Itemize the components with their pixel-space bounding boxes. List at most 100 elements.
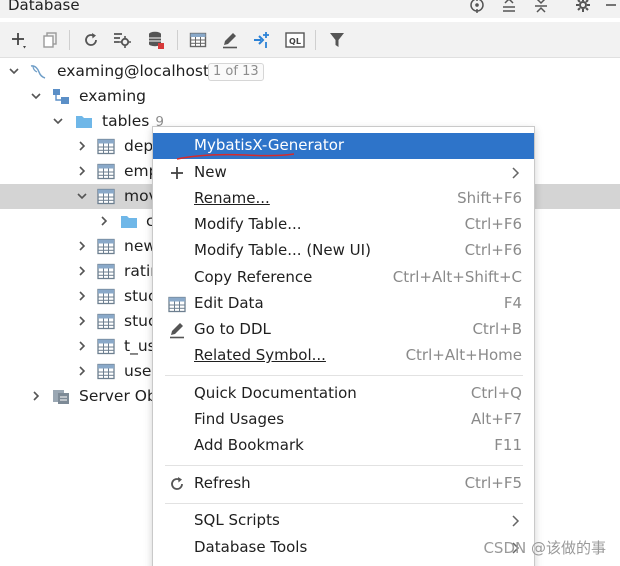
table-icon [97, 313, 115, 330]
schema-count-badge[interactable]: 1 of 13 [208, 63, 264, 81]
chevron-right-icon[interactable] [98, 215, 110, 227]
menu-separator [165, 465, 523, 466]
gear-icon[interactable] [574, 0, 592, 15]
menu-item-shortcut: F11 [494, 436, 522, 454]
chevron-down-icon[interactable] [30, 90, 42, 102]
toolbar-separator [315, 30, 316, 50]
menu-item-label: Modify Table... [194, 215, 302, 233]
menu-item-label: Add Bookmark [194, 436, 304, 454]
menu-item-shortcut: Ctrl+F5 [464, 474, 522, 492]
add-icon[interactable] [7, 28, 31, 52]
chevron-right-icon[interactable] [76, 240, 88, 252]
table-icon [97, 138, 115, 155]
connection-label: examing@localhost [57, 62, 210, 80]
plus-icon [167, 164, 187, 182]
chevron-right-icon[interactable] [76, 340, 88, 352]
menu-item-new[interactable]: New [153, 160, 534, 186]
menu-separator [165, 375, 523, 376]
menu-separator [165, 503, 523, 504]
table-view-icon[interactable] [186, 28, 210, 52]
server-objects-label: Server Ob [79, 387, 157, 405]
mysql-dolphin-icon [30, 65, 46, 79]
menu-item-sql-scripts[interactable]: SQL Scripts [153, 508, 534, 534]
chevron-down-icon[interactable] [76, 190, 88, 202]
tree-row-schema[interactable]: examing [0, 84, 620, 109]
table-label: t_us [124, 337, 156, 355]
menu-item-copy-reference[interactable]: Copy Reference Ctrl+Alt+Shift+C [153, 265, 534, 291]
menu-item-modify-table[interactable]: Modify Table... Ctrl+F6 [153, 212, 534, 238]
chevron-right-icon[interactable] [76, 265, 88, 277]
copy-icon[interactable] [38, 28, 62, 52]
tree-row-connection[interactable]: examing@localhost 1 of 13 [0, 59, 620, 84]
menu-item-shortcut: Alt+F7 [470, 410, 522, 428]
menu-item-label: Related Symbol... [194, 346, 326, 364]
panel-title: Database [8, 0, 80, 14]
refresh-icon [167, 475, 187, 493]
menu-item-shortcut: Ctrl+B [472, 320, 522, 338]
filter-icon[interactable] [325, 28, 349, 52]
menu-item-label: Modify Table... (New UI) [194, 241, 371, 259]
menu-item-label: Quick Documentation [194, 384, 357, 402]
chevron-right-icon[interactable] [76, 365, 88, 377]
chevron-right-icon[interactable] [76, 140, 88, 152]
table-icon [97, 363, 115, 380]
menu-item-shortcut: Ctrl+F6 [464, 215, 522, 233]
menu-item-shortcut: Ctrl+Q [470, 384, 522, 402]
context-menu: MybatisX-Generator New Rename... Shift+F… [152, 126, 535, 566]
schema-settings-icon[interactable] [110, 28, 134, 52]
edit-icon[interactable] [218, 28, 242, 52]
menu-item-shortcut: Ctrl+Alt+Home [405, 346, 522, 364]
menu-item-label: Database Tools [194, 538, 308, 556]
menu-item-find-usages[interactable]: Find Usages Alt+F7 [153, 407, 534, 433]
menu-item-quick-documentation[interactable]: Quick Documentation Ctrl+Q [153, 381, 534, 407]
chevron-right-icon[interactable] [76, 290, 88, 302]
expand-all-icon[interactable] [500, 0, 518, 15]
menu-item-add-bookmark[interactable]: Add Bookmark F11 [153, 433, 534, 459]
toolbar-separator [177, 30, 178, 50]
refresh-icon[interactable] [79, 28, 103, 52]
submenu-arrow-icon [512, 167, 520, 179]
submenu-arrow-icon [512, 515, 520, 527]
chevron-down-icon[interactable] [52, 115, 64, 127]
menu-item-label: Copy Reference [194, 268, 313, 286]
toolbar: QL [0, 22, 620, 58]
chevron-down-icon[interactable] [8, 65, 20, 77]
server-objects-icon [53, 390, 69, 404]
panel-title-bar: Database [0, 0, 620, 18]
chevron-right-icon[interactable] [76, 315, 88, 327]
console-label: QL [289, 37, 301, 46]
collapse-all-icon[interactable] [532, 0, 550, 15]
toolbar-separator [69, 30, 70, 50]
table-icon [97, 238, 115, 255]
table-icon [97, 188, 115, 205]
sql-console-icon[interactable]: QL [283, 28, 307, 52]
menu-item-related-symbol[interactable]: Related Symbol... Ctrl+Alt+Home [153, 343, 534, 369]
chevron-right-icon[interactable] [30, 390, 42, 402]
table-icon [167, 295, 187, 313]
menu-item-label: Refresh [194, 474, 251, 492]
menu-item-shortcut: Ctrl+Alt+Shift+C [392, 268, 522, 286]
menu-item-refresh[interactable]: Refresh Ctrl+F5 [153, 471, 534, 497]
menu-item-edit-data[interactable]: Edit Data F4 [153, 291, 534, 317]
menu-item-label: Find Usages [194, 410, 285, 428]
tables-folder-name: tables [102, 112, 150, 130]
table-icon [97, 288, 115, 305]
menu-item-rename[interactable]: Rename... Shift+F6 [153, 186, 534, 212]
menu-item-label: Edit Data [194, 294, 264, 312]
jump-to-source-icon[interactable] [250, 28, 274, 52]
menu-item-shortcut: F4 [503, 294, 522, 312]
target-icon[interactable] [468, 0, 486, 15]
menu-item-modify-table-new-ui[interactable]: Modify Table... (New UI) Ctrl+F6 [153, 238, 534, 264]
watermark: CSDN @该做的事 [483, 539, 606, 557]
menu-item-go-to-ddl[interactable]: Go to DDL Ctrl+B [153, 317, 534, 343]
folder-icon [121, 216, 137, 228]
schema-label: examing [79, 87, 147, 105]
minimize-icon[interactable] [602, 0, 620, 15]
chevron-right-icon[interactable] [76, 165, 88, 177]
table-icon [97, 163, 115, 180]
menu-item-shortcut: Ctrl+F6 [464, 241, 522, 259]
menu-item-label: SQL Scripts [194, 511, 280, 529]
menu-item-database-tools[interactable]: Database Tools [153, 535, 534, 561]
menu-item-label: Go to DDL [194, 320, 271, 338]
stop-database-icon[interactable] [144, 28, 168, 52]
